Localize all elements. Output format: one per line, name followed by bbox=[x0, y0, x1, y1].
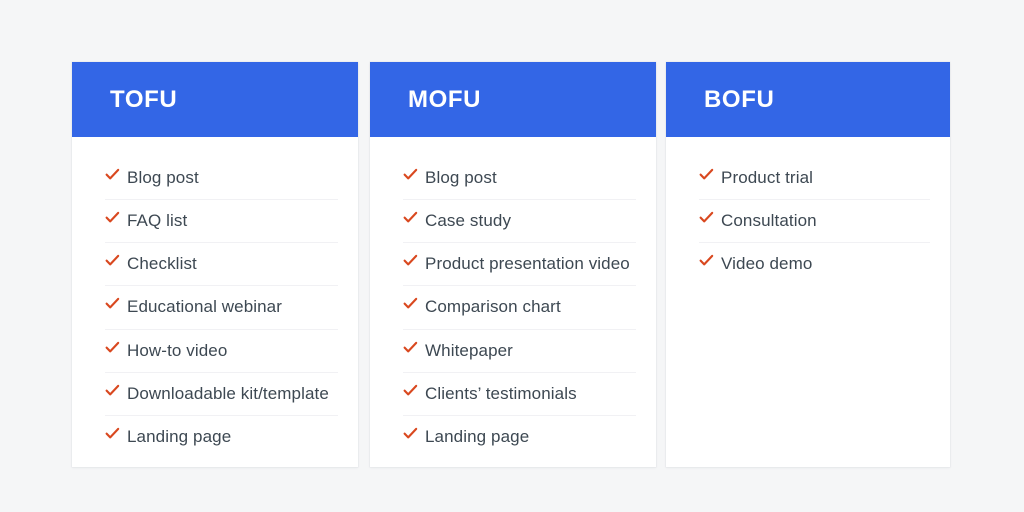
checkmark-icon bbox=[105, 427, 127, 440]
list-item-label: Consultation bbox=[721, 211, 817, 231]
list-item-label: How-to video bbox=[127, 340, 228, 360]
card-header-mofu: MOFU bbox=[370, 62, 656, 137]
list-item-label: Educational webinar bbox=[127, 297, 282, 317]
list-item-label: Product trial bbox=[721, 168, 814, 187]
list-item-label: Clients’ testimonials bbox=[425, 383, 577, 403]
list-item-label: Downloadable kit/template bbox=[127, 383, 329, 403]
checkmark-icon bbox=[403, 427, 425, 440]
list-item-label: Product presentation video bbox=[425, 254, 630, 274]
card-title-mofu: MOFU bbox=[408, 85, 482, 113]
funnel-stage-card-tofu: TOFU Blog post FAQ list Checklist Educat… bbox=[72, 62, 358, 467]
list-item[interactable]: Video demo bbox=[699, 243, 930, 285]
list-item[interactable]: Downloadable kit/template bbox=[105, 373, 338, 416]
list-item[interactable]: Whitepaper bbox=[403, 330, 636, 373]
card-header-tofu: TOFU bbox=[72, 62, 358, 137]
checkmark-icon bbox=[105, 297, 127, 310]
list-item-label: Blog post bbox=[425, 168, 497, 187]
list-item-label: Landing page bbox=[425, 426, 530, 446]
list-item[interactable]: Comparison chart bbox=[403, 286, 636, 330]
list-item[interactable]: How-to video bbox=[105, 330, 338, 373]
checkmark-icon bbox=[403, 211, 425, 224]
checkmark-icon bbox=[105, 384, 127, 397]
list-item-label: Comparison chart bbox=[425, 297, 561, 317]
list-item-label: Video demo bbox=[721, 254, 813, 274]
list-item-label: Whitepaper bbox=[425, 340, 513, 360]
checkmark-icon bbox=[403, 297, 425, 310]
checkmark-icon bbox=[105, 211, 127, 224]
checkmark-icon bbox=[699, 254, 721, 267]
list-item[interactable]: Educational webinar bbox=[105, 286, 338, 330]
checklist-bofu: Product trial Consultation Video demo bbox=[699, 157, 930, 285]
list-item-label: Blog post bbox=[127, 168, 199, 187]
checklist-mofu: Blog post Case study Product presentatio… bbox=[403, 157, 636, 458]
funnel-stage-card-bofu: BOFU Product trial Consultation Video de… bbox=[666, 62, 950, 467]
list-item-label: FAQ list bbox=[127, 211, 188, 231]
card-title-bofu: BOFU bbox=[704, 85, 775, 113]
list-item[interactable]: Landing page bbox=[105, 416, 338, 458]
checkmark-icon bbox=[403, 341, 425, 354]
checkmark-icon bbox=[699, 211, 721, 224]
list-item[interactable]: Clients’ testimonials bbox=[403, 373, 636, 416]
card-body-bofu: Product trial Consultation Video demo bbox=[666, 137, 950, 467]
checkmark-icon bbox=[699, 168, 721, 181]
list-item[interactable]: Product presentation video bbox=[403, 243, 636, 287]
list-item[interactable]: Case study bbox=[403, 200, 636, 244]
list-item[interactable]: Blog post bbox=[403, 157, 636, 201]
checkmark-icon bbox=[403, 384, 425, 397]
card-header-bofu: BOFU bbox=[666, 62, 950, 137]
checkmark-icon bbox=[403, 254, 425, 267]
list-item-label: Checklist bbox=[127, 254, 197, 274]
list-item-label: Landing page bbox=[127, 426, 232, 446]
list-item[interactable]: Consultation bbox=[699, 200, 930, 244]
checkmark-icon bbox=[105, 254, 127, 267]
card-body-mofu: Blog post Case study Product presentatio… bbox=[370, 137, 656, 467]
list-item[interactable]: Checklist bbox=[105, 243, 338, 287]
checklist-tofu: Blog post FAQ list Checklist Educational… bbox=[105, 157, 338, 458]
checkmark-icon bbox=[403, 168, 425, 181]
card-body-tofu: Blog post FAQ list Checklist Educational… bbox=[72, 137, 358, 467]
list-item[interactable]: FAQ list bbox=[105, 200, 338, 244]
checkmark-icon bbox=[105, 168, 127, 181]
list-item[interactable]: Blog post bbox=[105, 157, 338, 201]
list-item[interactable]: Landing page bbox=[403, 416, 636, 458]
funnel-stage-card-mofu: MOFU Blog post Case study Product presen… bbox=[370, 62, 656, 467]
list-item[interactable]: Product trial bbox=[699, 157, 930, 201]
funnel-content-board: TOFU Blog post FAQ list Checklist Educat… bbox=[0, 0, 1024, 512]
checkmark-icon bbox=[105, 341, 127, 354]
list-item-label: Case study bbox=[425, 211, 512, 231]
card-title-tofu: TOFU bbox=[110, 85, 178, 113]
